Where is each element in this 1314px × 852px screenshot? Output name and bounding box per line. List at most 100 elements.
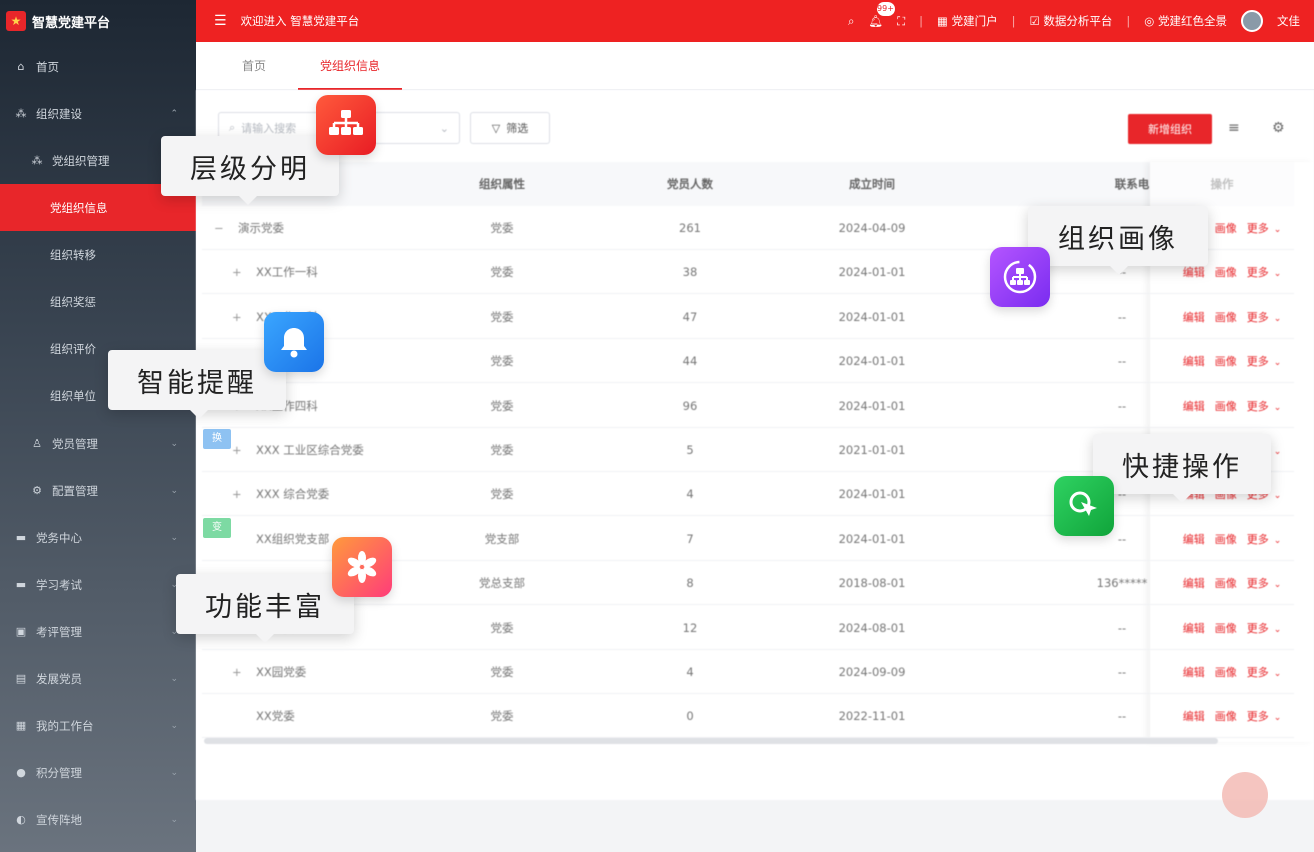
table-row[interactable]: +XX工作二科党委472024-01-01--编辑画像更多⌄: [202, 295, 1294, 339]
welcome-text: 欢迎进入 智慧党建平台: [240, 14, 360, 28]
more-link[interactable]: 更多: [1247, 355, 1269, 368]
expand-toggle[interactable]: +: [232, 650, 246, 694]
expand-toggle[interactable]: +: [232, 295, 246, 339]
chevron-down-icon: ⌄: [1273, 580, 1282, 591]
portrait-link[interactable]: 画像: [1215, 311, 1237, 324]
cell-founded: 2024-01-01: [838, 398, 906, 413]
col-members: 党员人数: [667, 177, 713, 191]
cell-members: 12: [682, 620, 698, 635]
more-link[interactable]: 更多: [1247, 311, 1269, 324]
more-link[interactable]: 更多: [1247, 222, 1269, 235]
notification-bell[interactable]: 🔔︎ 99+: [868, 2, 895, 28]
click-search-icon: [1054, 476, 1114, 536]
megaphone-icon: ◐: [16, 813, 26, 826]
sidebar-item-label: 组织转移: [50, 247, 96, 262]
portrait-link[interactable]: 画像: [1215, 533, 1237, 546]
expand-toggle[interactable]: +: [232, 472, 246, 516]
sidebar-item[interactable]: ⌂ 首页: [0, 43, 196, 90]
tab-org-info[interactable]: 党组织信息: [298, 42, 403, 90]
cell-members: 4: [686, 665, 694, 679]
callout-quick-ops: 快捷操作: [1093, 434, 1271, 503]
sidebar-item[interactable]: ▬ 党务中心 ⌄: [0, 514, 196, 561]
more-link[interactable]: 更多: [1247, 533, 1269, 546]
add-org-button[interactable]: 新增组织: [1128, 114, 1212, 144]
analytics-link[interactable]: ☑ 数据分析平台: [1029, 13, 1112, 29]
edit-link[interactable]: 编辑: [1183, 577, 1205, 590]
table-row[interactable]: XX党委 党委 0 2022-11-01 -- 编辑 画像 更多 ⌄: [202, 694, 1294, 739]
portrait-link[interactable]: 画像: [1215, 666, 1237, 679]
expand-toggle[interactable]: +: [232, 250, 246, 294]
sidebar-item[interactable]: ⚙ 配置管理 ⌄: [0, 467, 196, 514]
cell-members: 261: [679, 221, 701, 235]
notification-badge: 99+: [876, 2, 895, 16]
sidebar-item[interactable]: ▣ 考评管理 ⌄: [0, 608, 196, 655]
transfer-tag[interactable]: 变: [203, 518, 231, 538]
edit-link[interactable]: 编辑: [1183, 622, 1205, 635]
sidebar-item[interactable]: ▤ 发展党员 ⌄: [0, 655, 196, 702]
table-header: 组织名称 组织属性 党员人数 成立时间 联系电 操作: [202, 162, 1294, 206]
more-link[interactable]: 更多: [1247, 710, 1269, 723]
edit-link[interactable]: 编辑: [1183, 311, 1205, 324]
sidebar-item-label: 组织奖惩: [50, 294, 96, 309]
portrait-link[interactable]: 画像: [1215, 577, 1237, 590]
sidebar-item[interactable]: ◐ 宣传阵地 ⌄: [0, 796, 196, 843]
cell-type: 党委: [490, 709, 514, 724]
sidebar-item-label: 宣传阵地: [36, 812, 82, 827]
menu-toggle-icon[interactable]: ☰: [214, 13, 227, 29]
cell-contact: --: [1117, 620, 1127, 635]
table-row[interactable]: +XX工作三科党委442024-01-01--编辑画像更多⌄: [202, 339, 1294, 384]
tab-home[interactable]: 首页: [242, 42, 266, 90]
portrait-link[interactable]: 画像: [1215, 710, 1237, 723]
sidebar-item-label: 配置管理: [52, 483, 98, 498]
cell-contact: --: [1117, 665, 1127, 679]
filter-button[interactable]: ▽ 筛选: [470, 112, 550, 144]
portal-link[interactable]: ▦ 党建门户: [937, 13, 998, 29]
edit-link[interactable]: 编辑: [1183, 266, 1205, 279]
more-link[interactable]: 更多: [1247, 622, 1269, 635]
search-icon[interactable]: ⌕: [848, 14, 854, 29]
analytics-link-label: 数据分析平台: [1043, 14, 1113, 28]
more-link[interactable]: 更多: [1247, 266, 1269, 279]
portrait-link[interactable]: 画像: [1215, 400, 1237, 413]
portrait-link[interactable]: 画像: [1215, 355, 1237, 368]
sidebar-item[interactable]: ♙ 党员管理 ⌄: [0, 420, 196, 467]
edit-link[interactable]: 编辑: [1183, 355, 1205, 368]
table-row[interactable]: + XX园党委 党委 4 2024-09-09 -- 编辑 画像 更多 ⌄: [202, 650, 1294, 694]
sidebar-item[interactable]: ▬ 学习考试 ⌄: [0, 561, 196, 608]
float-emblem-button[interactable]: [1222, 772, 1268, 818]
cell-founded: 2024-01-01: [838, 531, 906, 546]
edit-link[interactable]: 编辑: [1183, 666, 1205, 679]
portrait-link[interactable]: 画像: [1215, 222, 1237, 235]
more-link[interactable]: 更多: [1247, 577, 1269, 590]
edit-link[interactable]: 编辑: [1183, 533, 1205, 546]
sidebar-item[interactable]: 组织转移: [0, 231, 196, 278]
list-density-icon[interactable]: ≡: [1228, 120, 1240, 136]
more-link[interactable]: 更多: [1247, 666, 1269, 679]
expand-toggle[interactable]: −: [214, 206, 228, 250]
table-row[interactable]: +XX工作四科党委962024-01-01--编辑画像更多⌄: [202, 384, 1294, 428]
sidebar-item[interactable]: ● 积分管理 ⌄: [0, 749, 196, 796]
cell-type: 党委: [490, 487, 514, 502]
portrait-link[interactable]: 画像: [1215, 266, 1237, 279]
bell-icon: 🔔︎: [868, 14, 884, 28]
horizontal-scrollbar[interactable]: [204, 738, 1218, 744]
chevron-icon: ⌄: [170, 720, 178, 731]
avatar[interactable]: [1241, 10, 1263, 32]
panorama-link[interactable]: ◎ 党建红色全景: [1144, 13, 1227, 29]
change-tag[interactable]: 换: [203, 429, 231, 449]
chevron-icon: ⌄: [170, 532, 178, 543]
table-row[interactable]: XX党委党委122024-08-01--编辑画像更多⌄: [202, 606, 1294, 650]
sidebar-item-label: 发展党员: [36, 671, 82, 686]
gear-icon[interactable]: ⚙: [1272, 120, 1285, 136]
sidebar-item[interactable]: ▦ 我的工作台 ⌄: [0, 702, 196, 749]
more-link[interactable]: 更多: [1247, 400, 1269, 413]
sidebar-item[interactable]: 组织奖惩: [0, 278, 196, 325]
sidebar-item[interactable]: ⁂ 组织建设 ⌃: [0, 90, 196, 137]
portrait-link[interactable]: 画像: [1215, 622, 1237, 635]
expand-toggle[interactable]: +: [232, 428, 246, 472]
user-name[interactable]: 文佳: [1277, 13, 1300, 29]
edit-link[interactable]: 编辑: [1183, 400, 1205, 413]
fullscreen-icon[interactable]: ⛶: [897, 14, 905, 29]
edit-link[interactable]: 编辑: [1183, 710, 1205, 723]
cell-name: XX党委: [232, 694, 452, 738]
